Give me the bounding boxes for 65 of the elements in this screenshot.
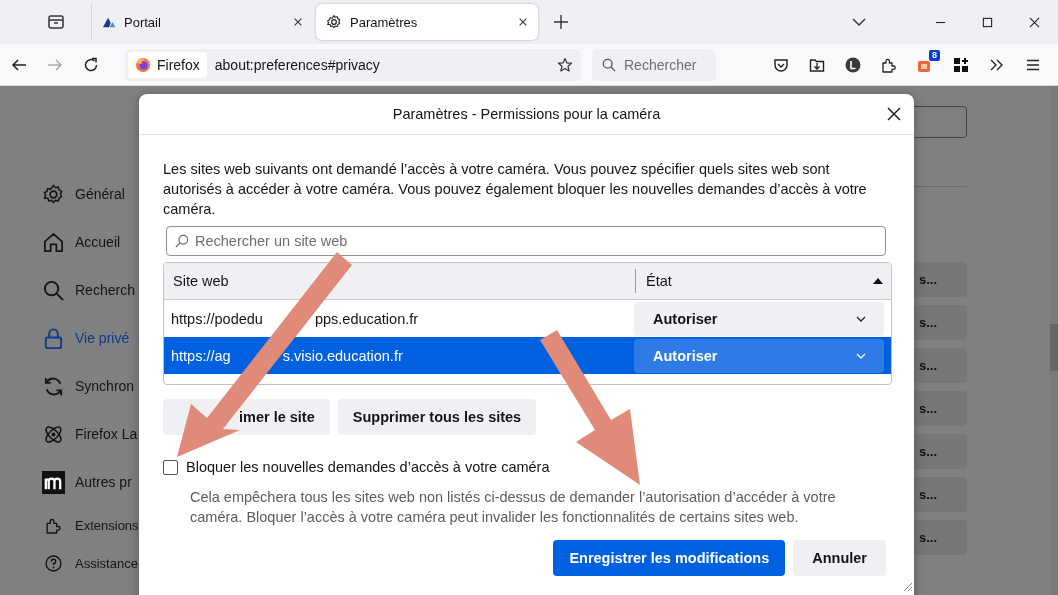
scrollbar-thumb[interactable] <box>1050 324 1058 371</box>
search-field[interactable]: Rechercher <box>592 48 716 81</box>
tab-list-icon[interactable] <box>47 13 65 31</box>
help-icon <box>45 554 62 572</box>
sidebar-item[interactable]: Général <box>42 170 139 218</box>
save-button[interactable]: Enregistrer les modifications <box>553 540 786 576</box>
sidebar-item[interactable]: Firefox La <box>42 410 139 458</box>
status-dropdown[interactable]: Autoriser <box>634 338 884 373</box>
puzzle-icon[interactable] <box>881 56 897 73</box>
notification-badge: 8 <box>929 49 940 61</box>
search-icon <box>602 57 616 72</box>
close-icon[interactable] <box>1029 16 1040 28</box>
sidebar-item[interactable]: Accueil <box>42 218 139 266</box>
lock-icon <box>42 326 65 350</box>
reload-icon[interactable] <box>83 56 99 73</box>
url-text: about:preferences#privacy <box>214 56 381 73</box>
back-icon[interactable] <box>11 56 27 73</box>
close-icon[interactable] <box>293 17 303 27</box>
column-header[interactable]: État <box>636 273 873 289</box>
chevron-down-icon <box>856 315 866 322</box>
checkbox[interactable] <box>163 459 178 475</box>
browser-tab[interactable]: Portail <box>91 4 313 40</box>
site-url: pps.education.fr <box>314 310 419 327</box>
downloads-icon[interactable] <box>809 56 825 73</box>
sort-up-icon[interactable] <box>873 278 883 284</box>
mountain-icon <box>102 15 116 29</box>
sidebar-item[interactable]: Extensions <box>42 506 139 544</box>
checkbox-label[interactable]: Bloquer les nouvelles demandes d’accès à votre caméra <box>186 459 550 475</box>
apps-grid-icon[interactable] <box>953 56 969 73</box>
site-url: https://ag <box>171 347 231 364</box>
sidebar-item[interactable]: Vie privé <box>42 314 139 362</box>
identity-chip[interactable]: Firefox <box>128 51 207 78</box>
site-url: https://podedu <box>171 310 263 327</box>
sidebar-item[interactable]: Synchron <box>42 362 139 410</box>
close-icon[interactable] <box>518 17 528 27</box>
address-bar[interactable]: Firefox about:preferences#privacy <box>125 48 581 81</box>
avatar-icon[interactable] <box>845 56 861 73</box>
dialog-title: Paramètres - Permissions pour la caméra <box>392 106 661 122</box>
table-row[interactable]: https://ag s.visio.education.fr Autoriser <box>164 337 891 374</box>
cancel-button[interactable]: Annuler <box>793 540 886 576</box>
puzzle-icon <box>45 516 62 534</box>
gear-icon <box>326 14 342 30</box>
firefox-logo-icon <box>135 56 151 73</box>
browser-tab[interactable]: Paramètres <box>316 4 538 40</box>
search-icon <box>175 234 189 248</box>
sidebar-item[interactable]: Autres pr <box>42 458 139 506</box>
description-text: Cela empêchera tous les sites web non listés ci-dessus de demander l’autorisation d’accéder à votre caméra. Bloquer l’accès à votre caméra peut invalider les fonctionnalités de certains sites web. <box>190 488 837 527</box>
gear-icon <box>42 182 65 206</box>
remove-button[interactable]: Supprimer tous les sites <box>337 399 537 435</box>
sidebar-item[interactable]: Assistance <box>42 544 139 582</box>
search-field[interactable]: Rechercher un site web <box>166 226 886 256</box>
new-tab-icon[interactable] <box>553 14 569 30</box>
sidebar-item[interactable]: Recherch <box>42 266 139 314</box>
m-logo-icon <box>42 470 65 494</box>
close-icon[interactable] <box>887 107 901 121</box>
chevron-down-icon <box>856 352 866 359</box>
status-dropdown[interactable]: Autoriser <box>634 301 884 336</box>
intro-text: Les sites web suivants ont demandé l’accès à votre caméra. Vous pouvez spécifier quels sites web sont autorisés à accéder à votre caméra. Vous pouvez également bloquer les nouvelles demandes d’accès à votre caméra. <box>163 160 868 219</box>
site-url: s.visio.education.fr <box>282 347 403 364</box>
resize-grip-icon[interactable] <box>901 580 913 592</box>
pocket-icon[interactable] <box>773 56 789 73</box>
star-icon[interactable] <box>557 56 573 73</box>
search-icon <box>42 278 65 302</box>
maximize-icon[interactable] <box>982 16 993 28</box>
home-icon <box>42 230 65 254</box>
